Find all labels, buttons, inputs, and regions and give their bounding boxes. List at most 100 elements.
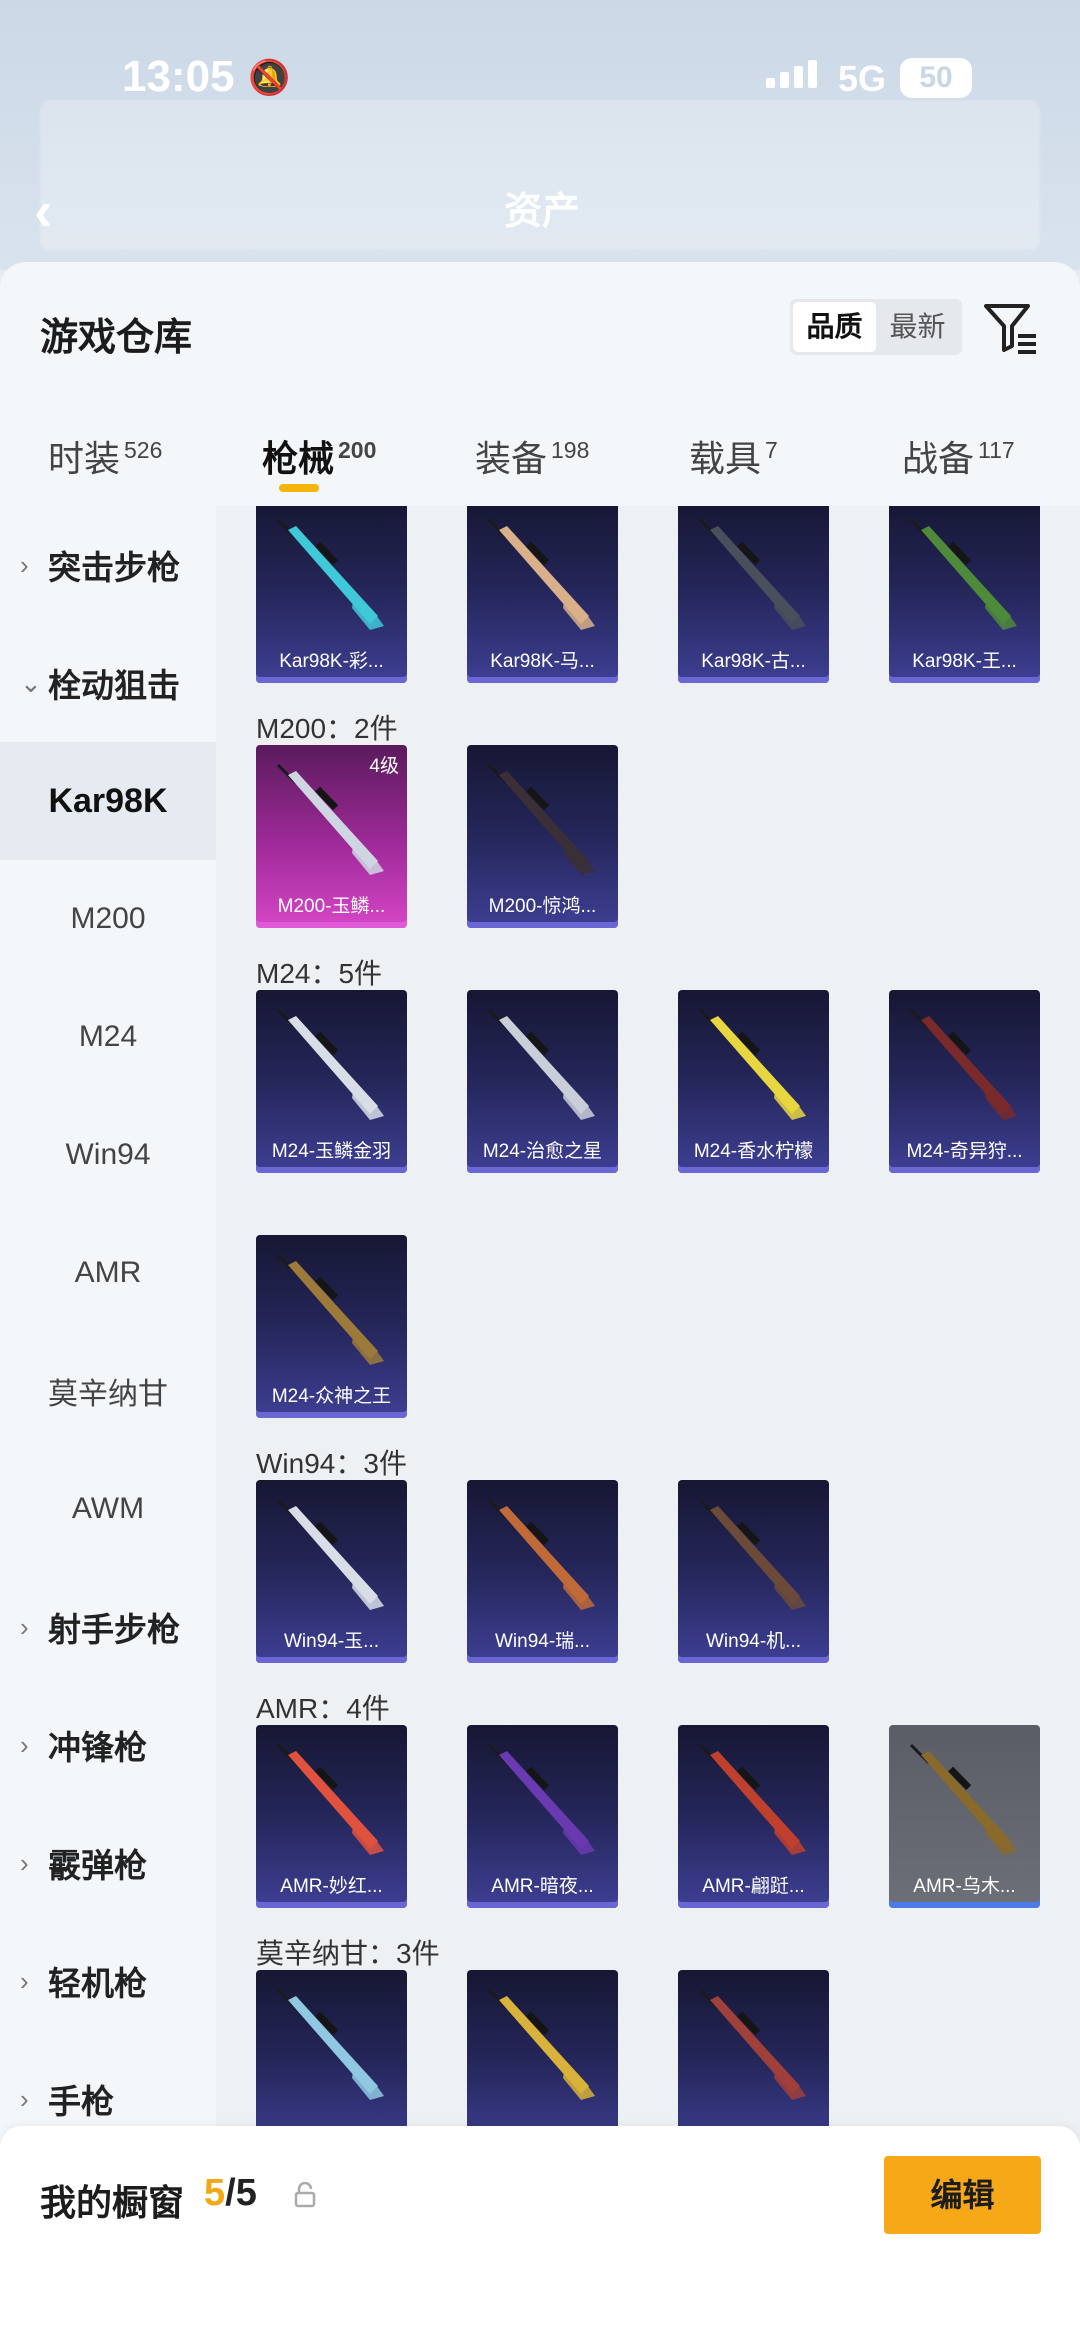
rifle-icon xyxy=(698,1743,806,1855)
weapon-card[interactable]: AMR-妙红... xyxy=(256,1725,407,1908)
tab-equipment[interactable]: 装备 198 xyxy=(475,430,589,482)
tab-firearms[interactable]: 枪械 200 xyxy=(262,430,376,482)
edit-button[interactable]: 编辑 xyxy=(884,2156,1041,2234)
rifle-icon xyxy=(909,1008,1017,1120)
weapon-card[interactable]: Kar98K-彩... xyxy=(256,506,407,683)
assets-label: 资产 xyxy=(504,191,581,233)
weapon-card[interactable]: M24-香水柠檬 xyxy=(678,990,829,1173)
tab-vehicles[interactable]: 载具 7 xyxy=(689,430,778,482)
weapon-name: Kar98K-彩... xyxy=(279,651,384,672)
weapon-card[interactable]: Kar98K-马... xyxy=(467,506,618,683)
filter-icon[interactable] xyxy=(982,300,1038,356)
weapon-card[interactable]: M200-惊鸿... xyxy=(467,745,618,928)
weapon-name: M24-治愈之星 xyxy=(482,1141,603,1162)
weapon-name: M200-玉鳞... xyxy=(277,896,386,917)
weapon-card[interactable]: Win94-机... xyxy=(678,1480,829,1663)
sidebar-item-shotgun[interactable]: › 霰弹枪 xyxy=(0,1804,216,1922)
weapon-name: Win94-玉... xyxy=(283,1631,380,1652)
rifle-icon xyxy=(276,1253,384,1365)
weapon-card[interactable]: Kar98K-古... xyxy=(678,506,829,683)
chevron-right-icon: › xyxy=(20,1847,29,1878)
rifle-icon xyxy=(276,1743,384,1855)
chevron-right-icon: › xyxy=(20,1611,29,1642)
weapon-card[interactable]: AMR-乌木... xyxy=(889,1725,1040,1908)
rifle-icon xyxy=(487,1988,595,2100)
rifle-icon xyxy=(487,518,595,630)
sidebar-item-bolt-sniper[interactable]: ⌄ 栓动狙击 xyxy=(0,624,216,742)
weapon-name: AMR-翩跹... xyxy=(702,1876,805,1897)
weapon-card[interactable]: 4级 M200-玉鳞... xyxy=(256,745,407,928)
sort-quality-button[interactable]: 品质 xyxy=(793,302,876,352)
showcase-label: 我的橱窗 xyxy=(40,2182,185,2223)
sidebar-item-mosin[interactable]: 莫辛纳甘 xyxy=(0,1332,216,1450)
sort-newest-button[interactable]: 最新 xyxy=(876,302,959,352)
mute-icon: 🔕 xyxy=(248,59,291,97)
weapon-grid: Kar98K-彩... Kar98K-马... Kar98K-古... Kar98K-… xyxy=(216,506,1080,2347)
weapon-card[interactable]: Kar98K-王... xyxy=(889,506,1040,683)
rifle-icon xyxy=(487,1743,595,1855)
warehouse-title: 游戏仓库 xyxy=(40,317,193,359)
weapon-name: M24-奇异狩... xyxy=(906,1141,1023,1162)
active-tab-indicator xyxy=(279,484,319,492)
weapon-name: Kar98K-马... xyxy=(490,651,595,672)
lock-icon xyxy=(294,2182,316,2208)
section-title: AMR：4件 xyxy=(256,1693,390,1724)
weapon-card[interactable]: AMR-翩跹... xyxy=(678,1725,829,1908)
rifle-icon xyxy=(487,1008,595,1120)
rifle-icon xyxy=(276,763,384,875)
weapon-name: AMR-乌木... xyxy=(913,1876,1016,1897)
rifle-icon xyxy=(698,1988,806,2100)
weapon-category-sidebar: › 突击步枪 ⌄ 栓动狙击 Kar98K M200 M24 Win94 AMR 莫辛… xyxy=(0,506,216,2347)
rifle-icon xyxy=(698,1008,806,1120)
weapon-name: AMR-暗夜... xyxy=(491,1876,594,1897)
rifle-icon xyxy=(487,763,595,875)
sidebar-item-smg[interactable]: › 冲锋枪 xyxy=(0,1686,216,1804)
showcase-count: 5/5 xyxy=(204,2172,257,2214)
section-title: Win94：3件 xyxy=(256,1448,407,1479)
sidebar-item-amr[interactable]: AMR xyxy=(0,1214,216,1332)
sidebar-item-m200[interactable]: M200 xyxy=(0,860,216,978)
showcase-bar: 我的橱窗 5/5 编辑 xyxy=(0,2126,1080,2347)
level-badge: 4级 xyxy=(369,756,399,777)
chevron-right-icon: › xyxy=(20,1965,29,1996)
weapon-card[interactable]: Win94-瑞... xyxy=(467,1480,618,1663)
rifle-icon xyxy=(276,1008,384,1120)
weapon-name: Kar98K-古... xyxy=(701,651,806,672)
rifle-icon xyxy=(698,1498,806,1610)
sidebar-item-awm[interactable]: AWM xyxy=(0,1450,216,1568)
rifle-icon xyxy=(276,1498,384,1610)
weapon-card[interactable]: Win94-玉... xyxy=(256,1480,407,1663)
weapon-name: M24-香水柠檬 xyxy=(693,1141,814,1162)
game-warehouse-sheet: 游戏仓库 品质 最新 时装 526 枪械 200 装备 198 载具 7 战备 117 ›… xyxy=(0,262,1080,2347)
sidebar-item-assault-rifle[interactable]: › 突击步枪 xyxy=(0,506,216,624)
sidebar-item-m24[interactable]: M24 xyxy=(0,978,216,1096)
weapon-name: M24-众神之王 xyxy=(271,1386,392,1407)
weapon-name: M200-惊鸿... xyxy=(488,896,597,917)
sidebar-item-kar98k[interactable]: Kar98K xyxy=(0,742,216,860)
sidebar-item-win94[interactable]: Win94 xyxy=(0,1096,216,1214)
weapon-name: AMR-妙红... xyxy=(280,1876,383,1897)
sort-toggle: 品质 最新 xyxy=(790,299,962,355)
tab-supplies[interactable]: 战备 117 xyxy=(902,430,1015,482)
network-type: 5G xyxy=(838,58,887,99)
battery-icon: 50 xyxy=(900,58,972,98)
rifle-icon xyxy=(698,518,806,630)
signal-icon xyxy=(766,60,817,88)
chevron-right-icon: › xyxy=(20,1729,29,1760)
section-title: M200：2件 xyxy=(256,713,398,744)
weapon-card[interactable]: M24-玉鳞金羽 xyxy=(256,990,407,1173)
weapon-name: Win94-机... xyxy=(705,1631,802,1652)
status-time: 13:05 xyxy=(122,52,235,101)
weapon-name: M24-玉鳞金羽 xyxy=(271,1141,392,1162)
sidebar-item-lmg[interactable]: › 轻机枪 xyxy=(0,1922,216,2040)
weapon-card[interactable]: M24-众神之王 xyxy=(256,1235,407,1418)
weapon-card[interactable]: AMR-暗夜... xyxy=(467,1725,618,1908)
sidebar-item-marksman-rifle[interactable]: › 射手步枪 xyxy=(0,1568,216,1686)
weapon-card[interactable]: M24-奇异狩... xyxy=(889,990,1040,1173)
section-title: M24：5件 xyxy=(256,958,383,989)
back-arrow-icon[interactable]: ‹ xyxy=(34,178,53,243)
tab-fashion[interactable]: 时装 526 xyxy=(48,430,162,482)
category-tabs: 时装 526 枪械 200 装备 198 载具 7 战备 117 xyxy=(0,412,1080,502)
weapon-card[interactable]: M24-治愈之星 xyxy=(467,990,618,1173)
rifle-icon xyxy=(276,1988,384,2100)
